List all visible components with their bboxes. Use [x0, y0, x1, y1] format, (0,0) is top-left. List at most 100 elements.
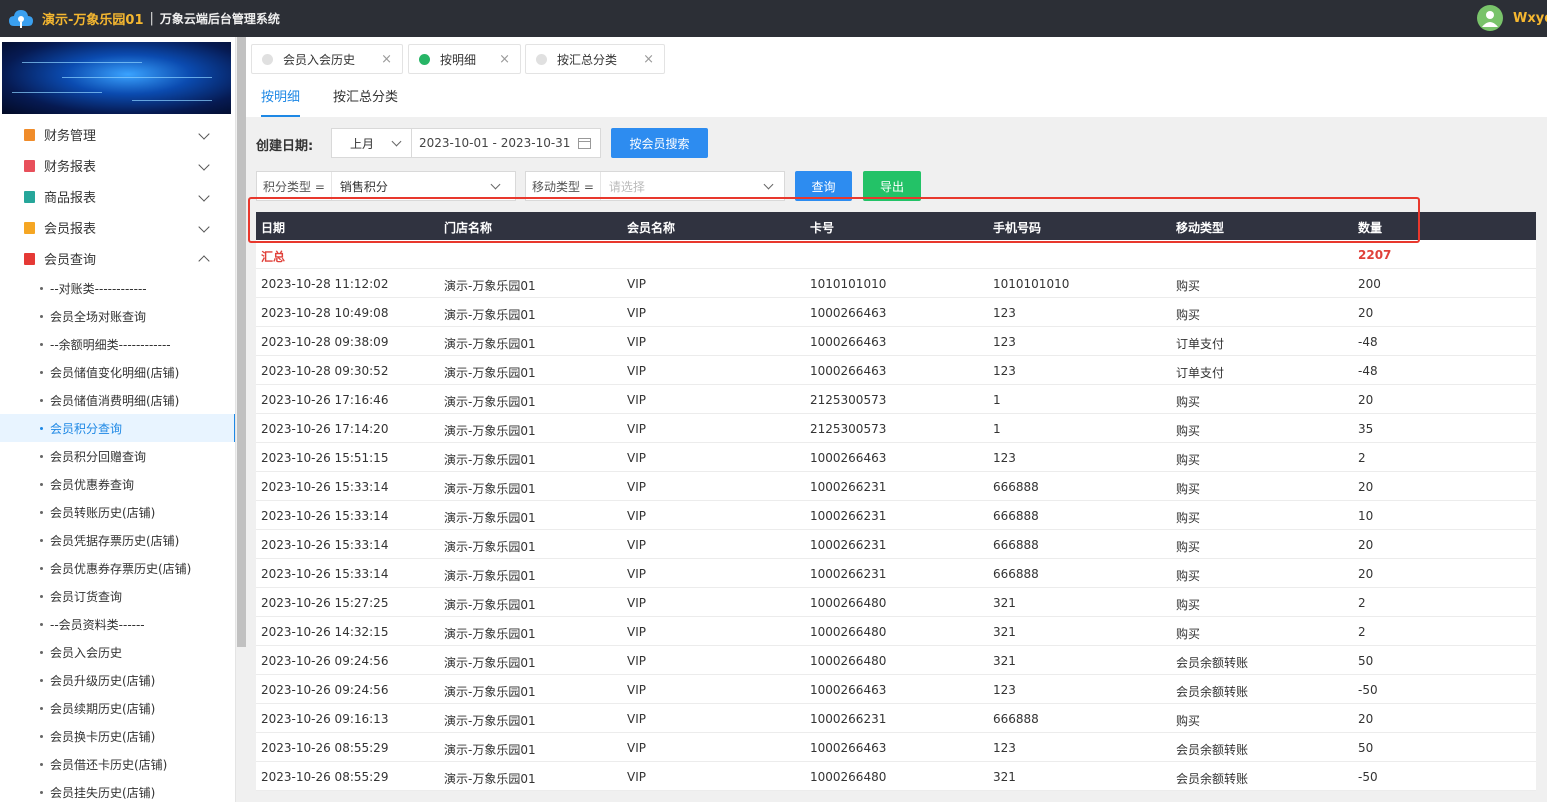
- sidebar-scrollbar-thumb[interactable]: [237, 37, 246, 647]
- chevron-up-icon: [198, 255, 210, 267]
- cell-phone: 666888: [993, 567, 1039, 581]
- cell-quantity: -48: [1358, 335, 1378, 349]
- cell-move-type: 购买: [1176, 424, 1201, 438]
- cloud-logo-icon: [8, 8, 34, 30]
- menu-group-member-query[interactable]: 会员查询: [0, 243, 220, 274]
- points-type-value: 销售积分: [339, 179, 388, 194]
- menu-group-label: 财务管理: [44, 129, 97, 144]
- table-row[interactable]: 2023-10-28 09:38:09 演示-万象乐园01 VIP 100026646…: [256, 327, 1536, 356]
- cell-move-type: 会员余额转账: [1176, 772, 1249, 786]
- table-row[interactable]: 2023-10-26 15:33:14 演示-万象乐园01 VIP 100026623…: [256, 472, 1536, 501]
- cell-move-type: 购买: [1176, 627, 1201, 641]
- table-row[interactable]: 2023-10-28 10:49:08 演示-万象乐园01 VIP 100026646…: [256, 298, 1536, 327]
- sidebar-item[interactable]: 会员积分回赠查询: [0, 442, 235, 470]
- tab-status-dot: [419, 53, 430, 65]
- cell-quantity: 20: [1358, 393, 1374, 407]
- product-icon: [24, 190, 35, 203]
- tab-member-join-history[interactable]: 会员入会历史 ×: [251, 44, 403, 74]
- cell-move-type: 购买: [1176, 482, 1201, 496]
- sidebar-item[interactable]: 会员挂失历史(店铺): [0, 778, 235, 802]
- member-search-button[interactable]: 按会员搜索: [611, 128, 708, 158]
- cell-card-no: 1000266463: [810, 741, 887, 755]
- menu-group-product-report[interactable]: 商品报表: [0, 181, 220, 212]
- cell-member-name: VIP: [627, 480, 646, 494]
- cell-card-no: 1000266463: [810, 451, 887, 465]
- cell-member-name: VIP: [627, 393, 646, 407]
- close-icon[interactable]: ×: [381, 52, 392, 67]
- sidebar-item[interactable]: 会员储值消费明细(店铺): [0, 386, 235, 414]
- table-row[interactable]: 2023-10-26 17:16:46 演示-万象乐园01 VIP 212530057…: [256, 385, 1536, 414]
- page-tab-bar: 会员入会历史 × 按明细 × 按汇总分类 ×: [246, 37, 1547, 81]
- sidebar: 财务管理 财务报表 商品报表 会员报表 会员查询 --对账类----------…: [0, 37, 236, 802]
- member-report-icon: [24, 221, 35, 234]
- menu-group-finance[interactable]: 财务管理: [0, 119, 220, 150]
- chevron-down-icon: [763, 179, 774, 190]
- cell-member-name: VIP: [627, 335, 646, 349]
- table-row[interactable]: 2023-10-26 08:55:29 演示-万象乐园01 VIP 100026648…: [256, 762, 1536, 791]
- table-row[interactable]: 2023-10-26 08:55:29 演示-万象乐园01 VIP 100026646…: [256, 733, 1536, 762]
- cell-store: 演示-万象乐园01: [444, 598, 536, 612]
- brand-name[interactable]: 演示-万象乐园01: [42, 9, 144, 28]
- close-icon[interactable]: ×: [499, 52, 510, 67]
- menu-group-member-report[interactable]: 会员报表: [0, 212, 220, 243]
- create-date-label: 创建日期:: [256, 139, 314, 154]
- cell-date: 2023-10-26 15:33:14: [261, 480, 389, 494]
- table-row[interactable]: 2023-10-26 15:33:14 演示-万象乐园01 VIP 100026623…: [256, 530, 1536, 559]
- menu-group-label: 商品报表: [44, 191, 97, 206]
- cell-move-type: 会员余额转账: [1176, 656, 1249, 670]
- table-row[interactable]: 2023-10-28 11:12:02 演示-万象乐园01 VIP 101010101…: [256, 269, 1536, 298]
- table-row[interactable]: 2023-10-26 09:24:56 演示-万象乐园01 VIP 100026646…: [256, 675, 1536, 704]
- sidebar-item[interactable]: 会员换卡历史(店铺): [0, 722, 235, 750]
- sidebar-item[interactable]: 会员入会历史: [0, 638, 235, 666]
- cell-member-name: VIP: [627, 625, 646, 639]
- sidebar-item-label: 会员凭据存票历史(店铺): [50, 533, 180, 548]
- table-row[interactable]: 2023-10-26 09:16:13 演示-万象乐园01 VIP 100026623…: [256, 704, 1536, 733]
- cell-store: 演示-万象乐园01: [444, 627, 536, 641]
- sidebar-item[interactable]: 会员优惠券存票历史(店铺): [0, 554, 235, 582]
- cell-phone: 666888: [993, 480, 1039, 494]
- table-row[interactable]: 2023-10-26 15:51:15 演示-万象乐园01 VIP 100026646…: [256, 443, 1536, 472]
- sidebar-item[interactable]: 会员优惠券查询: [0, 470, 235, 498]
- sidebar-item[interactable]: 会员凭据存票历史(店铺): [0, 526, 235, 554]
- cell-phone: 666888: [993, 509, 1039, 523]
- subtab-by-detail[interactable]: 按明细: [261, 81, 301, 117]
- cell-phone: 1: [993, 393, 1001, 407]
- menu-group-finance-report[interactable]: 财务报表: [0, 150, 220, 181]
- table-row[interactable]: 2023-10-26 15:27:25 演示-万象乐园01 VIP 100026648…: [256, 588, 1536, 617]
- sidebar-item-active[interactable]: 会员积分查询: [0, 414, 235, 442]
- period-select[interactable]: 上月: [331, 128, 413, 158]
- cell-member-name: VIP: [627, 306, 646, 320]
- cell-store: 演示-万象乐园01: [444, 366, 536, 380]
- cell-store: 演示-万象乐园01: [444, 279, 536, 293]
- calendar-icon[interactable]: [578, 137, 591, 152]
- sidebar-item[interactable]: 会员转账历史(店铺): [0, 498, 235, 526]
- close-icon[interactable]: ×: [643, 52, 654, 67]
- table-row[interactable]: 2023-10-26 09:24:56 演示-万象乐园01 VIP 100026648…: [256, 646, 1536, 675]
- cell-phone: 1010101010: [993, 277, 1070, 291]
- username[interactable]: Wxyd: [1513, 11, 1547, 26]
- sidebar-item[interactable]: 会员升级历史(店铺): [0, 666, 235, 694]
- cell-store: 演示-万象乐园01: [444, 714, 536, 728]
- table-row[interactable]: 2023-10-26 15:33:14 演示-万象乐园01 VIP 100026623…: [256, 501, 1536, 530]
- cell-store: 演示-万象乐园01: [444, 395, 536, 409]
- date-range-input[interactable]: 2023-10-01 - 2023-10-31: [411, 128, 601, 158]
- subtab-by-summary[interactable]: 按汇总分类: [333, 81, 398, 117]
- sidebar-item[interactable]: 会员借还卡历史(店铺): [0, 750, 235, 778]
- cell-card-no: 1000266480: [810, 654, 887, 668]
- table-row[interactable]: 2023-10-28 09:30:52 演示-万象乐园01 VIP 100026646…: [256, 356, 1536, 385]
- cell-date: 2023-10-28 11:12:02: [261, 277, 389, 291]
- chevron-down-icon: [198, 159, 210, 171]
- sidebar-item[interactable]: 会员储值变化明细(店铺): [0, 358, 235, 386]
- table-row[interactable]: 2023-10-26 17:14:20 演示-万象乐园01 VIP 212530057…: [256, 414, 1536, 443]
- table-row[interactable]: 2023-10-26 15:33:14 演示-万象乐园01 VIP 100026623…: [256, 559, 1536, 588]
- tab-by-detail[interactable]: 按明细 ×: [408, 44, 521, 74]
- cell-member-name: VIP: [627, 277, 646, 291]
- sidebar-item[interactable]: 会员全场对账查询: [0, 302, 235, 330]
- sidebar-item[interactable]: 会员续期历史(店铺): [0, 694, 235, 722]
- tab-by-summary[interactable]: 按汇总分类 ×: [525, 44, 665, 74]
- table-row[interactable]: 2023-10-26 14:32:15 演示-万象乐园01 VIP 100026648…: [256, 617, 1536, 646]
- user-menu[interactable]: Wxyd: [1477, 4, 1547, 32]
- avatar[interactable]: [1477, 5, 1503, 31]
- cell-phone: 123: [993, 306, 1016, 320]
- sidebar-item[interactable]: 会员订货查询: [0, 582, 235, 610]
